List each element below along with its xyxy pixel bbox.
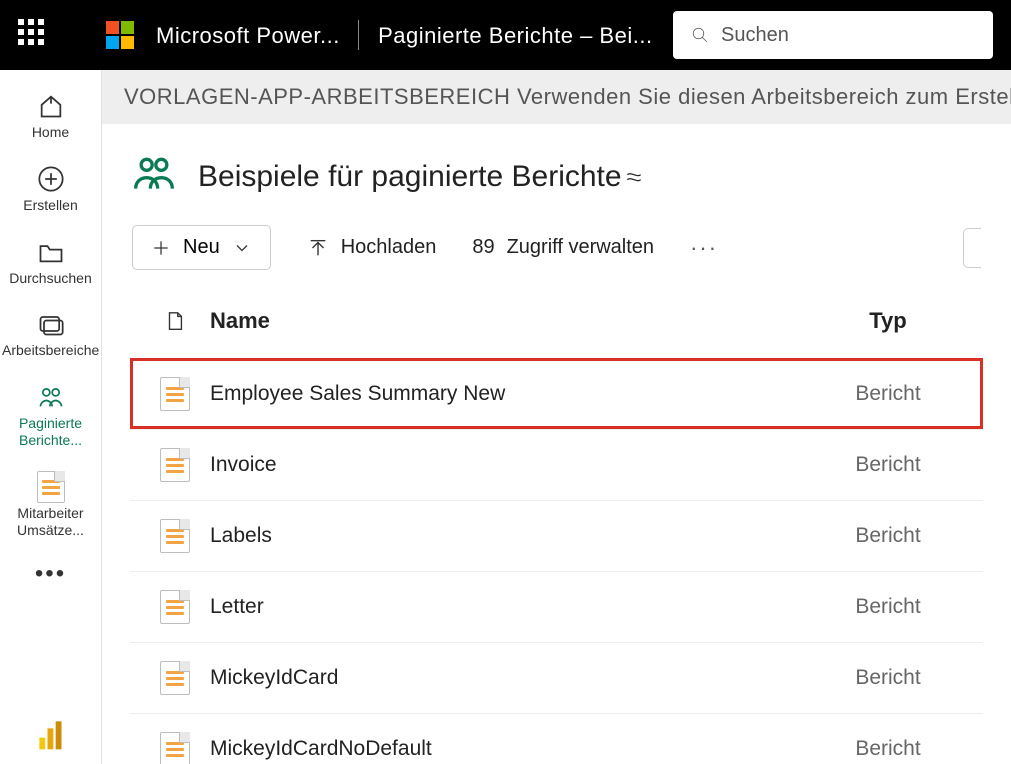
- report-icon: [37, 471, 65, 503]
- workspace-header: Beispiele für paginierte Berichte: [102, 124, 1011, 215]
- upload-icon: [307, 237, 329, 259]
- main-content: VORLAGEN-APP-ARBEITSBEREICH Verwenden Si…: [102, 70, 1011, 764]
- table-row[interactable]: MickeyIdCardBericht: [130, 642, 983, 713]
- report-file-icon: [160, 519, 190, 553]
- table-row[interactable]: MickeyIdCardNoDefaultBericht: [130, 713, 983, 764]
- row-icon-cell: [140, 732, 210, 764]
- manage-access-button[interactable]: 89 Zugriff verwalten: [472, 236, 654, 259]
- upload-button[interactable]: Hochladen: [307, 236, 437, 259]
- plus-circle-icon: [37, 165, 65, 193]
- new-button[interactable]: Neu: [132, 225, 271, 270]
- table-row[interactable]: LetterBericht: [130, 571, 983, 642]
- reports-table: Name Typ Employee Sales Summary NewBeric…: [102, 290, 1011, 764]
- nav-workspaces-label: Arbeitsbereiche: [2, 342, 99, 359]
- row-type: Bericht: [803, 595, 973, 619]
- plus-icon: [151, 238, 171, 258]
- row-type: Bericht: [803, 382, 973, 406]
- home-icon: [37, 92, 65, 120]
- workspace-icon: [132, 152, 176, 201]
- nav-employee-sales[interactable]: Mitarbeiter Umsätze...: [0, 461, 101, 549]
- nav-paginated-reports[interactable]: Paginierte Berichte...: [0, 371, 101, 459]
- nav-workspaces[interactable]: Arbeitsbereiche: [0, 298, 101, 369]
- app-title: Microsoft Power... Paginierte Berichte –…: [156, 20, 653, 50]
- toolbar-more-button[interactable]: ···: [690, 235, 718, 261]
- nav-paginated-label: Paginierte Berichte...: [2, 415, 99, 449]
- report-file-icon: [160, 590, 190, 624]
- app-title-page: Paginierte Berichte – Bei...: [378, 23, 652, 48]
- workspace-toolbar: Neu Hochladen 89 Zugriff verwalten ···: [102, 215, 1011, 290]
- ellipsis-icon: •••: [2, 560, 99, 588]
- people-icon: [37, 383, 65, 411]
- access-label: Zugriff verwalten: [507, 236, 654, 259]
- row-name: Letter: [210, 595, 803, 619]
- nav-browse[interactable]: Durchsuchen: [0, 226, 101, 297]
- nav-home[interactable]: Home: [0, 80, 101, 151]
- table-header-row: Name Typ: [130, 290, 983, 358]
- row-name: Employee Sales Summary New: [210, 382, 803, 406]
- chevron-down-icon: [232, 238, 252, 258]
- row-name: Labels: [210, 524, 803, 548]
- template-app-banner: VORLAGEN-APP-ARBEITSBEREICH Verwenden Si…: [102, 70, 1011, 124]
- table-row[interactable]: InvoiceBericht: [130, 429, 983, 500]
- nav-create[interactable]: Erstellen: [0, 153, 101, 224]
- nav-create-label: Erstellen: [2, 197, 99, 214]
- row-name: MickeyIdCardNoDefault: [210, 737, 803, 761]
- report-file-icon: [160, 661, 190, 695]
- column-header-name[interactable]: Name: [210, 308, 803, 334]
- power-bi-logo-icon[interactable]: [37, 719, 65, 752]
- nav-more[interactable]: •••: [0, 550, 101, 598]
- workspace-title-text: Beispiele für paginierte Berichte: [198, 160, 622, 193]
- nav-home-label: Home: [2, 124, 99, 141]
- row-icon-cell: [140, 519, 210, 553]
- column-header-icon[interactable]: [140, 308, 210, 334]
- folder-icon: [37, 238, 65, 266]
- file-icon: [164, 308, 186, 334]
- app-launcher-icon[interactable]: [18, 19, 50, 51]
- search-icon: [691, 26, 709, 44]
- nav-browse-label: Durchsuchen: [2, 270, 99, 287]
- access-prefix: 89: [472, 236, 494, 259]
- new-button-label: Neu: [183, 236, 220, 259]
- row-name: MickeyIdCard: [210, 666, 803, 690]
- report-file-icon: [160, 448, 190, 482]
- row-type: Bericht: [803, 524, 973, 548]
- row-type: Bericht: [803, 666, 973, 690]
- workspace-title: Beispiele für paginierte Berichte: [198, 160, 644, 194]
- search-placeholder: Suchen: [721, 24, 789, 47]
- nav-employee-label: Mitarbeiter Umsätze...: [2, 505, 99, 539]
- report-file-icon: [160, 377, 190, 411]
- search-input[interactable]: Suchen: [673, 11, 993, 59]
- view-toggle-button[interactable]: [963, 228, 981, 268]
- column-header-type[interactable]: Typ: [803, 308, 973, 334]
- title-divider-icon: [358, 20, 359, 50]
- workspace-settings-icon[interactable]: [630, 160, 644, 193]
- row-type: Bericht: [803, 453, 973, 477]
- upload-label: Hochladen: [341, 236, 437, 259]
- row-name: Invoice: [210, 453, 803, 477]
- row-icon-cell: [140, 661, 210, 695]
- left-nav: Home Erstellen Durchsuchen Arbeitsbereic…: [0, 70, 102, 764]
- row-type: Bericht: [803, 737, 973, 761]
- microsoft-logo-icon: [106, 21, 134, 49]
- workspaces-icon: [37, 310, 65, 338]
- app-title-product: Microsoft Power...: [156, 23, 340, 48]
- table-row[interactable]: LabelsBericht: [130, 500, 983, 571]
- row-icon-cell: [140, 448, 210, 482]
- top-header: Microsoft Power... Paginierte Berichte –…: [0, 0, 1011, 70]
- table-row[interactable]: Employee Sales Summary NewBericht: [130, 358, 983, 429]
- row-icon-cell: [140, 377, 210, 411]
- row-icon-cell: [140, 590, 210, 624]
- report-file-icon: [160, 732, 190, 764]
